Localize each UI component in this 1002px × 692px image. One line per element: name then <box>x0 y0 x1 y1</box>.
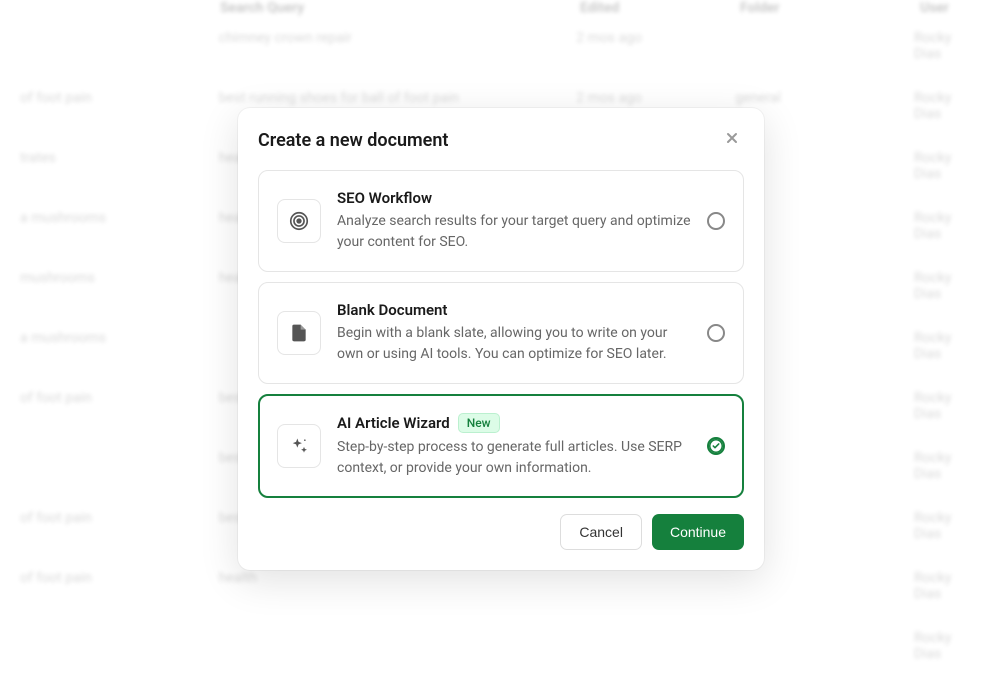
option-content: AI Article Wizard New Step-by-step proce… <box>337 413 691 479</box>
option-title: AI Article Wizard <box>337 414 450 432</box>
modal-title: Create a new document <box>258 130 448 151</box>
modal-footer: Cancel Continue <box>258 514 744 550</box>
option-description: Step-by-step process to generate full ar… <box>337 437 691 479</box>
option-seo-workflow[interactable]: SEO Workflow Analyze search results for … <box>258 170 744 272</box>
radio-checked-icon <box>707 437 725 455</box>
radio-unchecked-icon <box>707 212 725 230</box>
option-blank-document[interactable]: Blank Document Begin with a blank slate,… <box>258 282 744 384</box>
cancel-button[interactable]: Cancel <box>560 514 642 550</box>
create-document-modal: Create a new document SEO Workflow Analy… <box>238 108 764 570</box>
document-icon <box>277 311 321 355</box>
option-description: Analyze search results for your target q… <box>337 211 691 253</box>
option-title: Blank Document <box>337 301 447 319</box>
close-button[interactable] <box>720 128 744 152</box>
radio-unchecked-icon <box>707 324 725 342</box>
option-content: Blank Document Begin with a blank slate,… <box>337 301 691 365</box>
sparkle-icon <box>277 424 321 468</box>
option-content: SEO Workflow Analyze search results for … <box>337 189 691 253</box>
option-description: Begin with a blank slate, allowing you t… <box>337 323 691 365</box>
target-icon <box>277 199 321 243</box>
option-title: SEO Workflow <box>337 189 432 207</box>
new-badge: New <box>458 413 500 433</box>
option-ai-article-wizard[interactable]: AI Article Wizard New Step-by-step proce… <box>258 394 744 498</box>
modal-header: Create a new document <box>258 128 744 152</box>
close-icon <box>726 131 738 149</box>
continue-button[interactable]: Continue <box>652 514 744 550</box>
